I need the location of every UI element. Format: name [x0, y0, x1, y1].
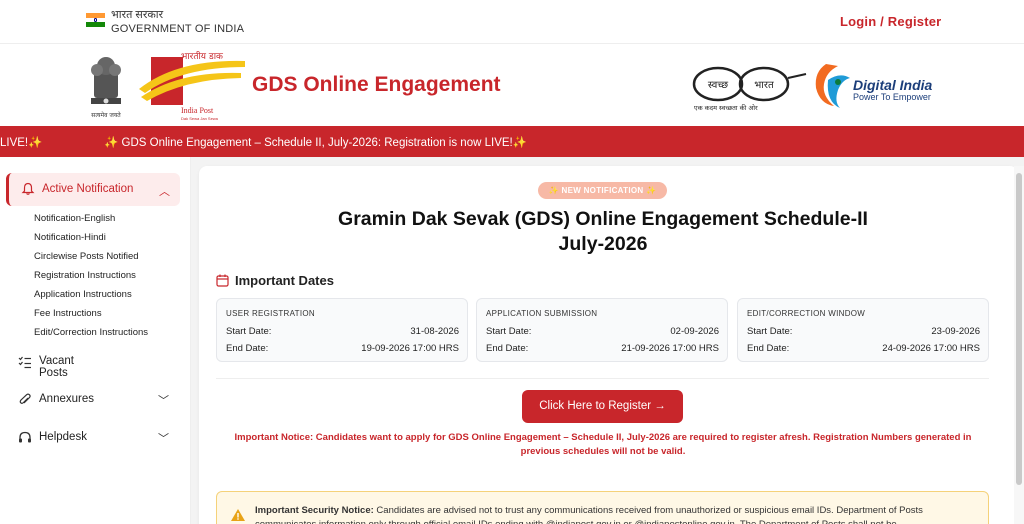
gov-english-label: GOVERNMENT OF INDIA — [111, 23, 245, 35]
important-dates-title: Important Dates — [235, 273, 334, 288]
bell-icon — [21, 182, 35, 195]
ticker-text-main: ✨ GDS Online Engagement – Schedule II, J… — [104, 137, 528, 149]
notification-headline: Gramin Dak Sevak (GDS) Online Engagement… — [260, 207, 946, 257]
login-register-link[interactable]: Login / Register — [840, 14, 941, 29]
start-date-label: Start Date: — [486, 326, 532, 337]
sidebar-item-label: Helpdesk — [39, 431, 87, 443]
gov-topbar: भारत सरकार GOVERNMENT OF INDIA Login / R… — [0, 0, 1024, 44]
sidebar-item-label: Active Notification — [42, 183, 134, 195]
date-box-title: EDIT/CORRECTION WINDOW — [747, 309, 866, 318]
national-emblem-icon: सत्यमेव जयते — [91, 57, 121, 119]
end-date-label: End Date: — [226, 343, 269, 354]
date-box-application-submission: APPLICATION SUBMISSION Start Date: 02-09… — [476, 298, 728, 362]
sidebar-subitem-edit-correction-instructions[interactable]: Edit/Correction Instructions — [34, 327, 148, 338]
headset-icon — [19, 431, 31, 443]
divider — [216, 378, 989, 379]
announcement-ticker: LIVE!✨ ✨ GDS Online Engagement – Schedul… — [0, 126, 1024, 157]
sidebar-subitem-fee-instructions[interactable]: Fee Instructions — [34, 308, 102, 319]
gov-hindi-label: भारत सरकार — [111, 9, 164, 21]
swachh-bharat-logo: स्वच्छ भारत एक कदम स्वच्छता की ओर — [692, 66, 807, 112]
digital-india-tagline: Power To Empower — [853, 92, 931, 102]
security-notice-label: Important Security Notice: — [255, 505, 374, 516]
chevron-up-icon[interactable]: ︿ — [159, 183, 170, 199]
sidebar-item-label: Annexures — [39, 393, 94, 405]
date-box-edit-correction-window: EDIT/CORRECTION WINDOW Start Date: 23-09… — [737, 298, 989, 362]
start-date-label: Start Date: — [747, 326, 793, 337]
calendar-icon — [216, 274, 229, 287]
warning-icon — [231, 509, 245, 521]
start-date-label: Start Date: — [226, 326, 272, 337]
end-date-value: 24-09-2026 17:00 HRS — [882, 343, 980, 354]
important-notice: Important Notice: Candidates want to app… — [234, 432, 972, 457]
date-box-user-registration: USER REGISTRATION Start Date: 31-08-2026… — [216, 298, 468, 362]
chevron-down-icon[interactable]: ﹀ — [158, 392, 169, 408]
sidebar-item-active-notification[interactable]: Active Notification ︿ — [6, 173, 180, 206]
end-date-value: 21-09-2026 17:00 HRS — [621, 343, 719, 354]
date-box-title: USER REGISTRATION — [226, 309, 315, 318]
digital-india-label: Digital India — [853, 77, 933, 93]
sidebar-subitem-registration-instructions[interactable]: Registration Instructions — [34, 270, 136, 281]
india-post-logo: भारतीय डाक India Post Dak Sewa Jan Sewa — [139, 50, 245, 121]
sidebar-subitem-application-instructions[interactable]: Application Instructions — [34, 289, 132, 300]
sidebar-item-label: Vacant Posts — [39, 355, 74, 379]
sidebar-subitem-notification-hindi[interactable]: Notification-Hindi — [34, 232, 106, 243]
ticker-text-left: LIVE!✨ — [0, 137, 43, 149]
new-notification-badge: ✨ NEW NOTIFICATION ✨ — [538, 182, 667, 199]
security-notice: Important Security Notice: Candidates ar… — [216, 491, 989, 524]
india-flag-icon — [86, 13, 105, 27]
sidebar-subitem-notification-english[interactable]: Notification-English — [34, 213, 115, 224]
end-date-label: End Date: — [747, 343, 790, 354]
site-header: सत्यमेव जयते भारतीय डाक India Post Dak S… — [0, 44, 1024, 126]
security-notice-text: Important Security Notice: Candidates ar… — [255, 504, 985, 524]
post-logo-hindi: भारतीय डाक — [181, 50, 224, 62]
start-date-value: 23-09-2026 — [931, 326, 980, 337]
headline-line-2: July-2026 — [558, 233, 648, 255]
list-check-icon — [18, 356, 31, 369]
page-title: GDS Online Engagement — [252, 73, 501, 96]
start-date-value: 31-08-2026 — [410, 326, 459, 337]
end-date-label: End Date: — [486, 343, 529, 354]
scrollbar-thumb[interactable] — [1016, 173, 1022, 485]
emblem-motto: सत्यमेव जयते — [91, 111, 121, 119]
register-button[interactable]: Click Here to Register → — [522, 390, 683, 423]
swachh-left: स्वच्छ — [708, 80, 728, 91]
swachh-right: भारत — [754, 80, 774, 91]
headline-line-1: Gramin Dak Sevak (GDS) Online Engagement… — [338, 208, 868, 230]
end-date-value: 19-09-2026 17:00 HRS — [361, 343, 459, 354]
chevron-down-icon[interactable]: ﹀ — [158, 430, 169, 446]
paperclip-icon — [19, 393, 31, 404]
swachh-tag: एक कदम स्वच्छता की ओर — [694, 104, 758, 112]
sidebar-subitem-circlewise-posts[interactable]: Circlewise Posts Notified — [34, 251, 139, 262]
date-box-title: APPLICATION SUBMISSION — [486, 309, 598, 318]
start-date-value: 02-09-2026 — [670, 326, 719, 337]
post-logo-tag: Dak Sewa Jan Sewa — [181, 116, 219, 121]
post-logo-english: India Post — [181, 106, 214, 115]
